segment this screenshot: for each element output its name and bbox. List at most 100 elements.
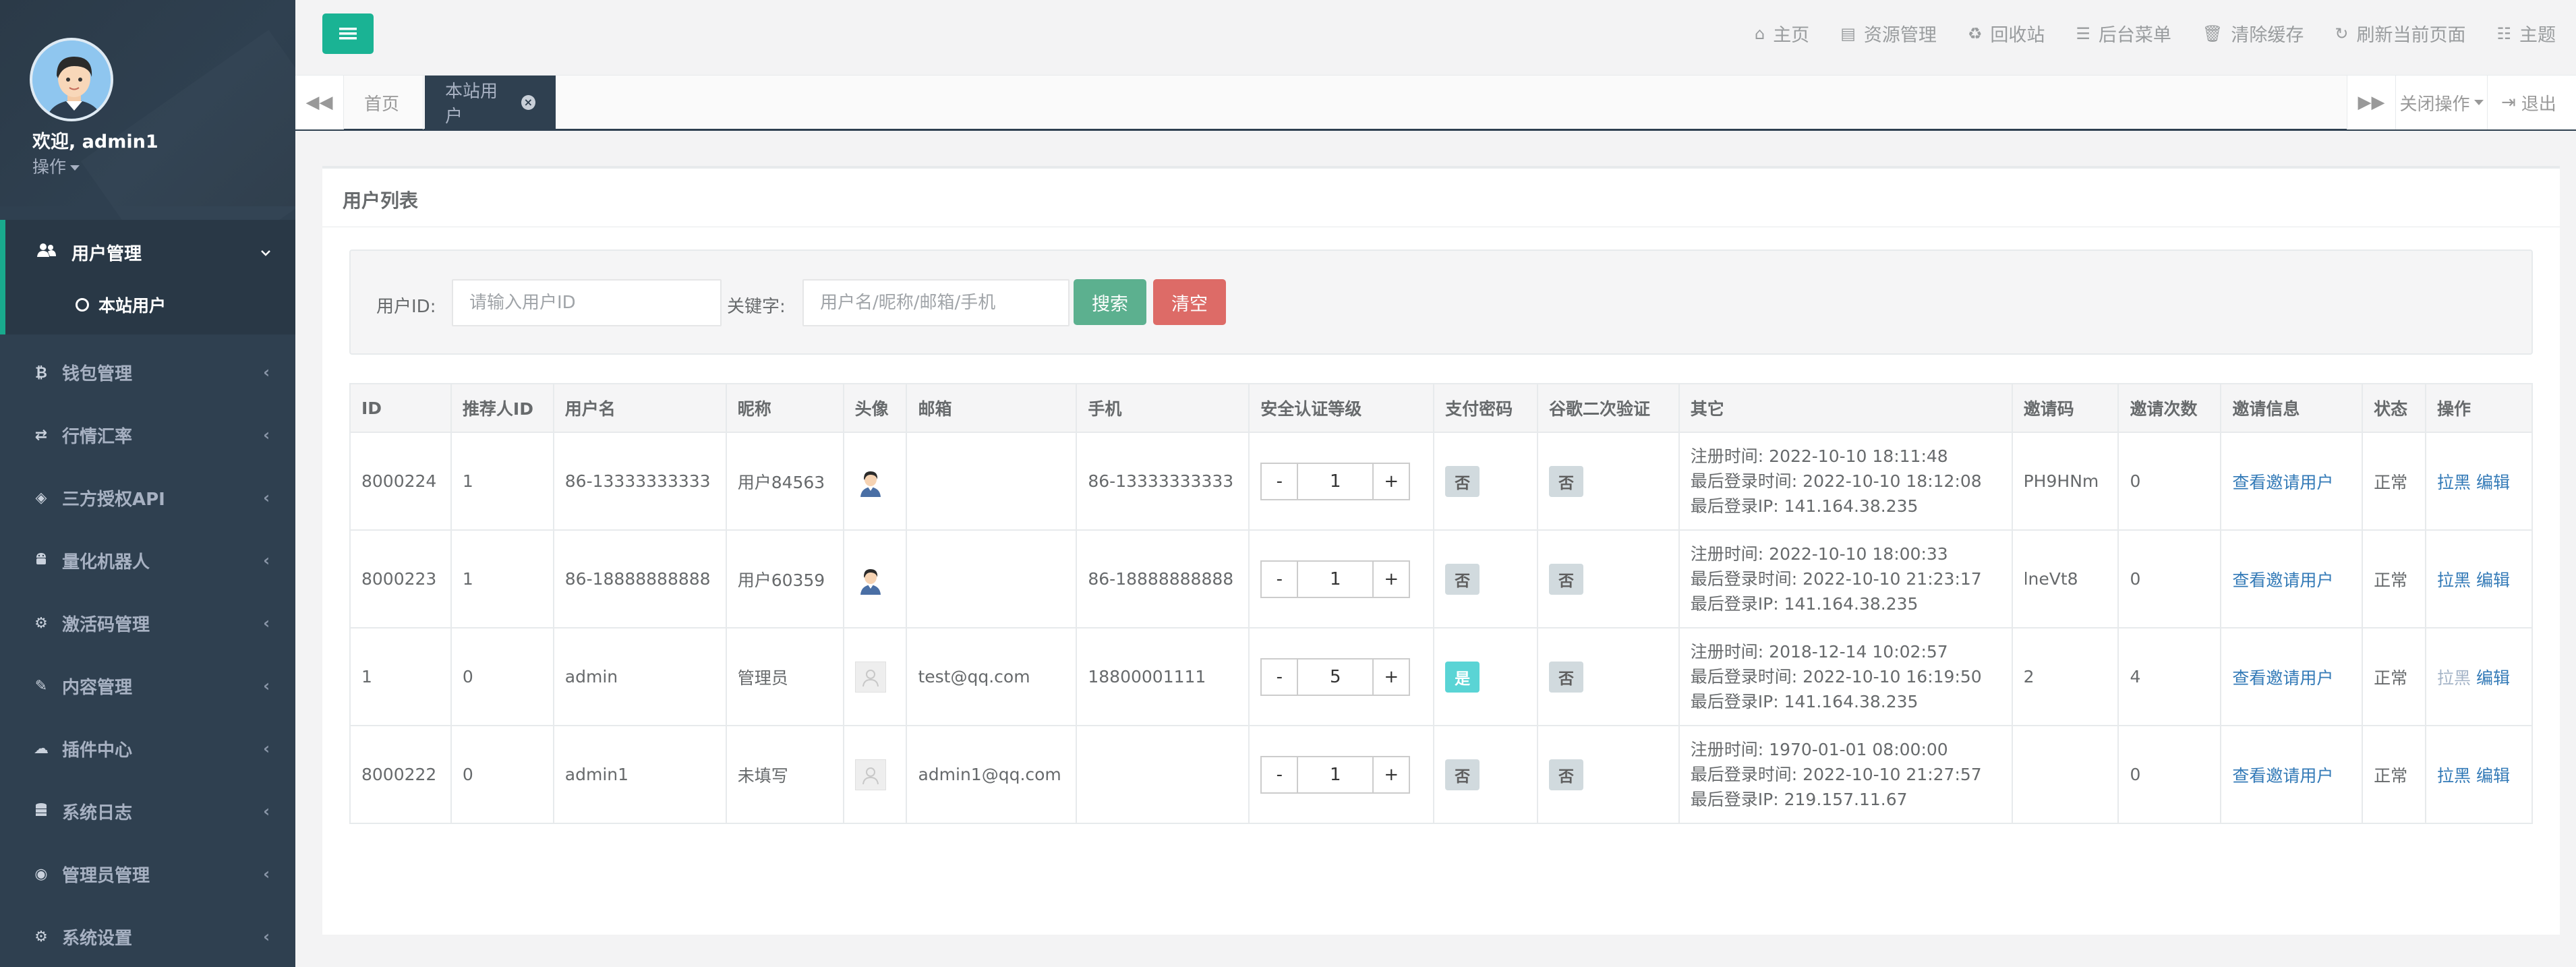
cell-invite-count: 0 <box>2117 432 2222 531</box>
edit-link[interactable]: 编辑 <box>2476 473 2510 492</box>
cell-status: 正常 <box>2362 432 2427 531</box>
column-header[interactable]: 其它 <box>1678 383 2013 433</box>
blacklist-link[interactable]: 拉黑 <box>2437 473 2471 492</box>
column-header[interactable]: 昵称 <box>725 383 844 433</box>
sidebar-item-settings[interactable]: ⚙ 系统设置 ‹ <box>0 906 295 967</box>
menu-toggle-button[interactable] <box>322 13 374 54</box>
top-link-recycle[interactable]: ♻ 回收站 <box>1968 20 2045 47</box>
sidebar-group-user-management[interactable]: 用户管理 本站用户 <box>0 220 295 334</box>
sidebar-item-wallet[interactable]: ₿ 钱包管理 ‹ <box>0 341 295 404</box>
sidebar-item-plugins[interactable]: ☁ 插件中心 ‹ <box>0 717 295 780</box>
sidebar-item-label: 内容管理 <box>62 678 133 698</box>
cell-status: 正常 <box>2362 725 2427 824</box>
security-level-value[interactable]: 5 <box>1298 657 1373 696</box>
column-header[interactable]: 支付密码 <box>1433 383 1538 433</box>
security-level-value[interactable]: 1 <box>1298 755 1373 794</box>
gears-icon: ⚙ <box>34 929 48 945</box>
forward-icon: ▶▶ <box>2358 92 2385 113</box>
view-invited-users-link[interactable]: 查看邀请用户 <box>2232 570 2333 590</box>
column-header[interactable]: 谷歌二次验证 <box>1536 383 1680 433</box>
view-invited-users-link[interactable]: 查看邀请用户 <box>2232 668 2333 688</box>
column-header[interactable]: 邀请次数 <box>2117 383 2222 433</box>
top-link-resources[interactable]: ▤ 资源管理 <box>1840 20 1937 47</box>
search-form: 用户ID: 关键字: 搜索 清空 <box>349 250 2533 355</box>
search-button[interactable]: 搜索 <box>1074 279 1146 325</box>
column-header[interactable]: 安全认证等级 <box>1248 383 1435 433</box>
cell-status: 正常 <box>2362 627 2427 726</box>
top-link-clear-cache[interactable]: 🗑 清除缓存 <box>2202 20 2304 47</box>
cell-referrer-id: 1 <box>450 432 554 531</box>
security-level-stepper: - 5 + <box>1260 657 1433 696</box>
increment-button[interactable]: + <box>1372 755 1411 794</box>
pay-password-badge: 否 <box>1445 465 1480 497</box>
top-link-label: 清除缓存 <box>2231 25 2304 46</box>
avatar[interactable] <box>30 38 113 121</box>
security-level-value[interactable]: 1 <box>1298 560 1373 598</box>
security-level-value[interactable]: 1 <box>1298 462 1373 500</box>
top-link-menu[interactable]: ☰ 后台菜单 <box>2076 20 2171 47</box>
view-invited-users-link[interactable]: 查看邀请用户 <box>2232 766 2333 786</box>
column-header[interactable]: 状态 <box>2362 383 2427 433</box>
cell-phone <box>1076 725 1250 824</box>
cell-email <box>906 529 1078 628</box>
last-login-ip: 最后登录IP: 141.164.38.235 <box>1690 692 1919 711</box>
profile-menu[interactable]: 操作 <box>32 154 80 178</box>
tab-label: 首页 <box>364 94 400 115</box>
cell-nickname: 用户84563 <box>725 432 844 531</box>
blacklist-link[interactable]: 拉黑 <box>2437 570 2471 590</box>
sidebar-item-label: 行情汇率 <box>62 427 133 447</box>
sidebar-item-site-users[interactable]: 本站用户 <box>76 293 166 317</box>
edit-link[interactable]: 编辑 <box>2476 668 2510 688</box>
column-header[interactable]: 邮箱 <box>906 383 1078 433</box>
blacklist-link[interactable]: 拉黑 <box>2437 668 2471 688</box>
column-header[interactable]: ID <box>349 383 452 433</box>
increment-button[interactable]: + <box>1372 560 1411 598</box>
view-invited-users-link[interactable]: 查看邀请用户 <box>2232 473 2333 492</box>
decrement-button[interactable]: - <box>1260 657 1299 696</box>
close-icon[interactable]: × <box>521 95 535 110</box>
clear-button[interactable]: 清空 <box>1153 279 1226 325</box>
sidebar-item-admins[interactable]: ◉ 管理员管理 ‹ <box>0 843 295 906</box>
decrement-button[interactable]: - <box>1260 462 1299 500</box>
sidebar-item-logs[interactable]: 系统日志 ‹ <box>0 780 295 843</box>
top-link-refresh[interactable]: ↻ 刷新当前页面 <box>2335 20 2465 47</box>
chevron-left-icon: ‹ <box>263 488 270 507</box>
chevron-left-icon: ‹ <box>263 426 270 444</box>
sidebar-item-api[interactable]: ◈ 三方授权API ‹ <box>0 467 295 529</box>
decrement-button[interactable]: - <box>1260 755 1299 794</box>
column-header[interactable]: 邀请信息 <box>2220 383 2364 433</box>
increment-button[interactable]: + <box>1372 462 1411 500</box>
tab-site-users[interactable]: 本站用户 × <box>425 76 556 129</box>
sidebar-item-robot[interactable]: 量化机器人 ‹ <box>0 529 295 592</box>
cell-invite-info: 查看邀请用户 <box>2220 725 2364 824</box>
sidebar-item-activation[interactable]: ⚙ 激活码管理 ‹ <box>0 592 295 655</box>
tab-home[interactable]: 首页 <box>344 76 423 129</box>
sidebar-item-content[interactable]: ✎ 内容管理 ‹ <box>0 655 295 717</box>
column-header[interactable]: 手机 <box>1076 383 1250 433</box>
edit-link[interactable]: 编辑 <box>2476 766 2510 786</box>
column-header[interactable]: 邀请码 <box>2011 383 2119 433</box>
column-header[interactable]: 操作 <box>2425 383 2533 433</box>
top-link-home[interactable]: ⌂ 主页 <box>1755 20 1809 47</box>
increment-button[interactable]: + <box>1372 657 1411 696</box>
cell-invite-count: 4 <box>2117 627 2222 726</box>
column-header[interactable]: 头像 <box>842 383 908 433</box>
logout-button[interactable]: ⇥ 退出 <box>2487 76 2576 129</box>
cell-username: admin <box>552 627 727 726</box>
google-auth-badge: 否 <box>1548 465 1583 497</box>
user-id-input[interactable] <box>452 279 722 326</box>
cell-referrer-id: 1 <box>450 529 554 628</box>
column-header[interactable]: 用户名 <box>552 383 727 433</box>
blacklist-link[interactable]: 拉黑 <box>2437 766 2471 786</box>
sidebar-item-market[interactable]: ⇄ 行情汇率 ‹ <box>0 404 295 467</box>
top-link-theme[interactable]: ☷ 主题 <box>2496 20 2556 47</box>
cell-other: 注册时间: 1970-01-01 08:00:00 最后登录时间: 2022-1… <box>1678 725 2013 824</box>
close-operations-dropdown[interactable]: 关闭操作 <box>2395 76 2487 129</box>
column-header[interactable]: 推荐人ID <box>450 383 554 433</box>
keyword-input[interactable] <box>802 279 1070 326</box>
last-login-ip: 最后登录IP: 141.164.38.235 <box>1690 496 1919 516</box>
edit-link[interactable]: 编辑 <box>2476 570 2510 590</box>
tab-scroll-left-button[interactable]: ◀◀ <box>295 76 344 129</box>
tab-scroll-right-button[interactable]: ▶▶ <box>2347 76 2395 129</box>
decrement-button[interactable]: - <box>1260 560 1299 598</box>
